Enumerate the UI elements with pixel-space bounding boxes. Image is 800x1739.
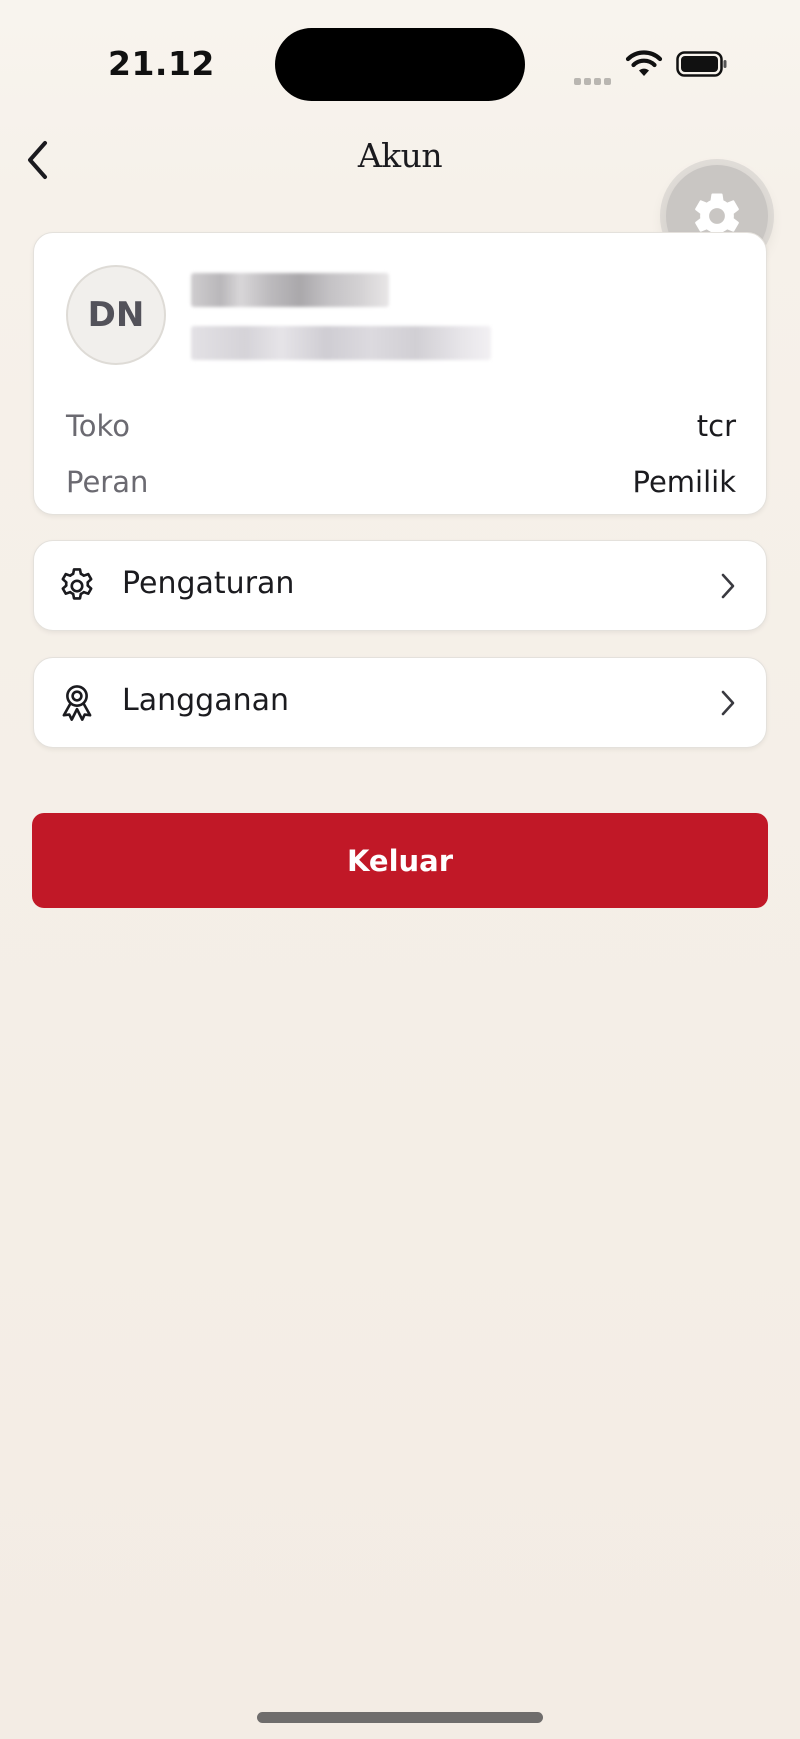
page-title: Akun	[357, 136, 443, 175]
store-label: Toko	[66, 409, 131, 443]
avatar: DN	[66, 265, 166, 365]
redacted-user-name	[191, 273, 389, 307]
role-value: Pemilik	[632, 465, 736, 499]
store-value: tcr	[696, 409, 736, 443]
dynamic-island	[275, 28, 525, 101]
profile-card: DN Toko tcr Peran Pemilik	[33, 232, 767, 515]
account-screen: 21.12 Akun DN Toko tcr Peran Pemilik Pen…	[0, 0, 800, 1739]
role-label: Peran	[66, 465, 149, 499]
menu-item-settings[interactable]: Pengaturan	[33, 540, 767, 631]
menu-item-subscription[interactable]: Langganan	[33, 657, 767, 748]
logout-button[interactable]: Keluar	[32, 813, 768, 908]
chevron-right-icon	[721, 690, 735, 716]
role-row: Peran Pemilik	[66, 462, 736, 502]
menu-item-subscription-label: Langganan	[122, 683, 289, 718]
home-indicator	[257, 1712, 543, 1723]
chevron-right-icon	[721, 573, 735, 599]
award-ribbon-icon	[62, 685, 92, 721]
cellular-signal-icon	[574, 70, 614, 85]
wifi-icon	[625, 50, 663, 76]
store-row: Toko tcr	[66, 406, 736, 446]
redacted-user-email	[191, 326, 491, 360]
status-time: 21.12	[108, 44, 215, 83]
menu-item-settings-label: Pengaturan	[122, 566, 295, 601]
status-bar: 21.12	[0, 0, 800, 130]
battery-icon	[676, 51, 727, 77]
gear-outline-icon	[61, 568, 93, 600]
